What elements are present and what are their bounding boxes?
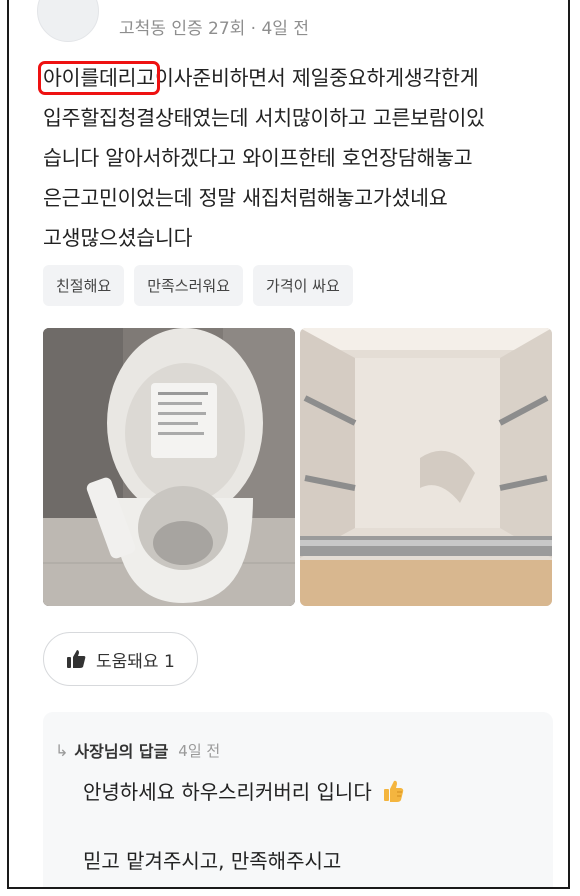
thumbs-up-emoji [384,780,404,802]
photo-toilet[interactable] [43,328,295,606]
cabinet-illustration [300,328,552,606]
photo-cabinet[interactable] [300,328,552,606]
reply-date: 4일 전 [178,741,221,760]
reply-header: ↳ 사장님의 답글 4일 전 [55,738,220,762]
reply-line-2: 믿고 맡겨주시고, 만족해주시고 [83,849,342,873]
review-line-3: 습니다 알아서하겠다고 와이프한테 호언장담해놓고 [43,146,473,170]
helpful-button[interactable]: 도움돼요 1 [43,632,198,686]
avatar[interactable] [37,0,99,42]
tag-list: 친절해요 만족스러워요 가격이 싸요 [43,265,353,306]
tag-cheap: 가격이 싸요 [253,265,353,306]
toilet-illustration [43,328,295,606]
review-line-4: 은근고민이었는데 정말 새집처럼해놓고가셨네요 [43,186,448,210]
review-line-1: 아이를데리고이사준비하면서 제일중요하게생각한게 [38,61,479,95]
review-line-5: 고생많으셨습니다 [43,226,193,250]
review-line-2: 입주할집청결상태였는데 서치많이하고 고른보람이있 [43,106,485,130]
highlight-box: 아이를데리고 [38,61,160,95]
reply-owner-label: 사장님의 답글 [74,742,169,761]
thumbs-up-icon [67,650,86,668]
review-text: 아이를데리고이사준비하면서 제일중요하게생각한게 입주할집청결상태였는데 서치많… [38,58,558,258]
review-card: 고척동 인증 27회 · 4일 전 아이를데리고이사준비하면서 제일중요하게생각… [7,0,570,889]
owner-reply: ↳ 사장님의 답글 4일 전 안녕하세요 하우스리커버리 입니다 믿고 맡겨주시… [43,712,553,887]
tag-satisfied: 만족스러워요 [134,265,244,306]
reply-arrow-icon: ↳ [55,740,69,760]
tag-friendly: 친절해요 [43,265,125,306]
helpful-label: 도움돼요 1 [96,651,175,672]
review-meta: 고척동 인증 27회 · 4일 전 [119,19,309,39]
reply-line-1: 안녕하세요 하우스리커버리 입니다 [83,776,404,805]
